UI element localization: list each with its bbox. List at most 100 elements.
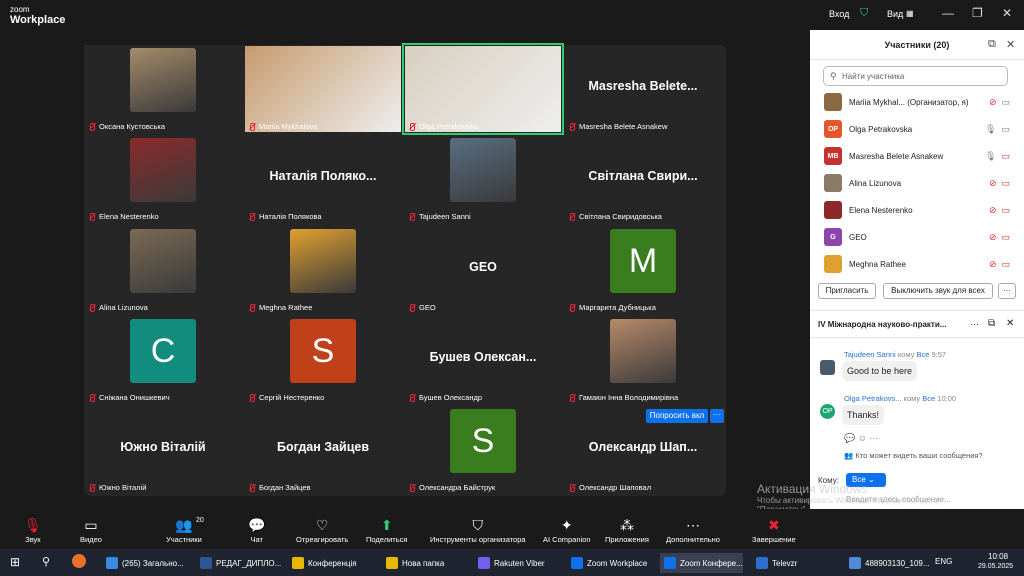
ask-to-unmute-button[interactable]: Попросить вкл bbox=[646, 409, 708, 423]
tile-name-label: Бушев Олександр bbox=[408, 393, 482, 402]
taskbar-app[interactable]: Zoom Конфере... bbox=[660, 553, 743, 573]
participant-row[interactable]: Meghna Rathee ⊘ ▭ bbox=[824, 253, 1010, 275]
toolbar-button[interactable]: ✖ Завершение bbox=[752, 515, 796, 544]
tile-avatar: S bbox=[290, 319, 356, 383]
participant-tile[interactable]: Mariia Mykhalova bbox=[244, 45, 402, 133]
popout-icon[interactable]: ⧉ bbox=[988, 38, 996, 51]
tile-name-label: Маргарита Дубницька bbox=[568, 303, 656, 312]
chat-more-icon[interactable]: ··· bbox=[970, 319, 979, 329]
windows-start-icon[interactable]: ⊞ bbox=[10, 555, 20, 569]
participant-tile[interactable]: Южно Віталій Южно Віталій bbox=[84, 406, 242, 494]
participant-tile[interactable]: Tajudeen Sanni bbox=[404, 135, 562, 223]
participant-row[interactable]: Elena Nesterenko ⊘ ▭ bbox=[824, 199, 1010, 221]
participant-row[interactable]: OP Olga Petrakovska 🎙 ▭ bbox=[824, 118, 1010, 140]
toolbar-button[interactable]: 🎙 Звук bbox=[24, 515, 42, 544]
taskbar-app[interactable]: Конференція bbox=[288, 553, 357, 573]
camera-icon[interactable]: ▭ bbox=[1001, 151, 1010, 162]
toolbar-button[interactable]: 💬 Чат bbox=[248, 515, 265, 544]
participant-tile[interactable]: Olga Petrakovska bbox=[402, 43, 564, 135]
toolbar-button[interactable]: ♡ Отреагировать bbox=[296, 515, 348, 544]
taskbar-app[interactable]: Televzr bbox=[752, 553, 797, 573]
participant-tile[interactable]: C Сніжана Онишкевич bbox=[84, 316, 242, 404]
participant-tile[interactable]: Гамаюн Інна Володимирівна bbox=[564, 316, 722, 404]
message-reaction-icons[interactable]: 💬 ☺ ··· bbox=[844, 433, 878, 444]
toolbar-button[interactable]: 👥 Участники 20 bbox=[166, 515, 204, 544]
minimize-icon[interactable]: — bbox=[942, 6, 954, 20]
toolbar-button[interactable]: ▭ Видео bbox=[80, 515, 102, 544]
taskbar-app[interactable]: 488903130_109... bbox=[845, 553, 930, 573]
toolbar-button[interactable]: ⁂ Приложения bbox=[605, 515, 649, 544]
camera-icon[interactable]: ▭ bbox=[1001, 178, 1010, 189]
participant-row[interactable]: Mariia Mykhal... (Организатор, я) ⊘ ▭ bbox=[824, 91, 1010, 113]
mute-all-button[interactable]: Выключить звук для всех bbox=[883, 283, 993, 299]
mic-muted-icon bbox=[568, 122, 576, 131]
tile-name-label: Южно Віталій bbox=[88, 483, 146, 492]
participant-tile[interactable]: Elena Nesterenko bbox=[84, 135, 242, 223]
mic-icon[interactable]: ⊘ bbox=[989, 259, 997, 270]
participant-tile[interactable]: M Маргарита Дубницька bbox=[564, 226, 722, 314]
invite-button[interactable]: Пригласить bbox=[818, 283, 876, 299]
participant-tile[interactable]: Бушев Олексан... Бушев Олександр bbox=[404, 316, 562, 404]
participant-tile[interactable]: GEO GEO bbox=[404, 226, 562, 314]
taskbar-app[interactable]: Rakuten Viber bbox=[474, 553, 545, 573]
participant-tile[interactable]: Оксана Кустовська bbox=[84, 45, 242, 133]
chat-popout-icon[interactable]: ⧉ bbox=[988, 318, 995, 329]
mic-icon[interactable]: 🎙 bbox=[985, 151, 996, 162]
clock-time[interactable]: 10:08 bbox=[988, 552, 1008, 561]
participant-tile[interactable]: Богдан Зайцев Богдан Зайцев bbox=[244, 406, 402, 494]
shield-icon[interactable]: ⛉ bbox=[860, 7, 868, 20]
taskbar-app-label: Нова папка bbox=[402, 558, 445, 568]
taskbar-app[interactable]: (265) Загально... bbox=[102, 553, 184, 573]
camera-icon[interactable]: ▭ bbox=[1001, 124, 1010, 135]
participant-status-icons: 🎙 ▭ bbox=[985, 124, 1010, 135]
participant-name: Meghna Rathee bbox=[849, 259, 906, 269]
participant-row[interactable]: MB Masresha Belete Asnakew 🎙 ▭ bbox=[824, 145, 1010, 167]
participant-tile[interactable]: S Сергій Нестеренко bbox=[244, 316, 402, 404]
toolbar-button[interactable]: ⛉ Инструменты организатора bbox=[430, 515, 526, 544]
taskbar-app[interactable]: Zoom Workplace bbox=[567, 553, 647, 573]
participant-tile[interactable]: Masresha Belete... Masresha Belete Asnake… bbox=[564, 45, 722, 133]
participant-tile[interactable]: Наталія Поляко... Наталія Полякова bbox=[244, 135, 402, 223]
mic-icon[interactable]: ⊘ bbox=[989, 97, 997, 108]
view-button[interactable]: Вид bbox=[887, 9, 903, 19]
participant-tile[interactable]: Meghna Rathee bbox=[244, 226, 402, 314]
language-indicator[interactable]: ENG bbox=[935, 557, 952, 566]
participant-tile[interactable]: S Олександра Байструк bbox=[404, 406, 562, 494]
taskbar-app-label: Televzr bbox=[772, 558, 798, 568]
who-sees-link[interactable]: 👥 Кто может видеть ваши сообщения? bbox=[844, 451, 983, 460]
close-icon[interactable]: ✕ bbox=[1002, 6, 1012, 20]
participant-tile[interactable]: Світлана Свири... Світлана Свиридовська bbox=[564, 135, 722, 223]
participants-more-icon[interactable]: ··· bbox=[998, 283, 1016, 299]
camera-icon[interactable]: ▭ bbox=[1001, 205, 1010, 216]
search-input[interactable]: ⚲ Найти участника bbox=[823, 66, 1008, 86]
taskbar-search-icon[interactable]: ⚲ bbox=[42, 555, 50, 568]
mic-muted-icon bbox=[248, 122, 256, 131]
maximize-icon[interactable]: ❐ bbox=[972, 6, 983, 20]
tile-name-label: Mariia Mykhalova bbox=[248, 122, 317, 131]
mic-icon[interactable]: ⊘ bbox=[989, 232, 997, 243]
chat-close-icon[interactable]: ✕ bbox=[1006, 318, 1014, 329]
login-button[interactable]: Вход bbox=[829, 9, 849, 19]
participant-row[interactable]: Alina Lizunova ⊘ ▭ bbox=[824, 172, 1010, 194]
toolbar-label: Видео bbox=[80, 535, 102, 544]
mic-icon[interactable]: ⊘ bbox=[989, 178, 997, 189]
view-icon[interactable]: ▦ bbox=[906, 9, 914, 18]
participant-row[interactable]: G GEO ⊘ ▭ bbox=[824, 226, 1010, 248]
camera-icon[interactable]: ▭ bbox=[1001, 97, 1010, 108]
firefox-icon[interactable] bbox=[72, 554, 86, 568]
clock-date[interactable]: 29.05.2025 bbox=[978, 563, 1013, 570]
close-panel-icon[interactable]: ✕ bbox=[1006, 38, 1015, 51]
camera-icon[interactable]: ▭ bbox=[1001, 232, 1010, 243]
tile-more-icon[interactable]: ··· bbox=[710, 409, 724, 423]
mic-icon[interactable]: ⊘ bbox=[989, 205, 997, 216]
toolbar-button[interactable]: ⋯ Дополнительно bbox=[666, 515, 720, 544]
taskbar-app[interactable]: РЕДАГ_ДИПЛО... bbox=[196, 553, 281, 573]
camera-icon[interactable]: ▭ bbox=[1001, 259, 1010, 270]
toolbar-button[interactable]: ⬆ Поделиться bbox=[366, 515, 407, 544]
participant-tile[interactable]: Alina Lizunova bbox=[84, 226, 242, 314]
participants-panel: Участники (20) ⧉ ✕ ⚲ Найти участника Mar… bbox=[810, 30, 1024, 549]
tile-name-label: Богдан Зайцев bbox=[248, 483, 311, 492]
mic-icon[interactable]: 🎙 bbox=[985, 124, 996, 135]
toolbar-button[interactable]: ✦ AI Companion bbox=[543, 515, 591, 544]
taskbar-app[interactable]: Нова папка bbox=[382, 553, 444, 573]
